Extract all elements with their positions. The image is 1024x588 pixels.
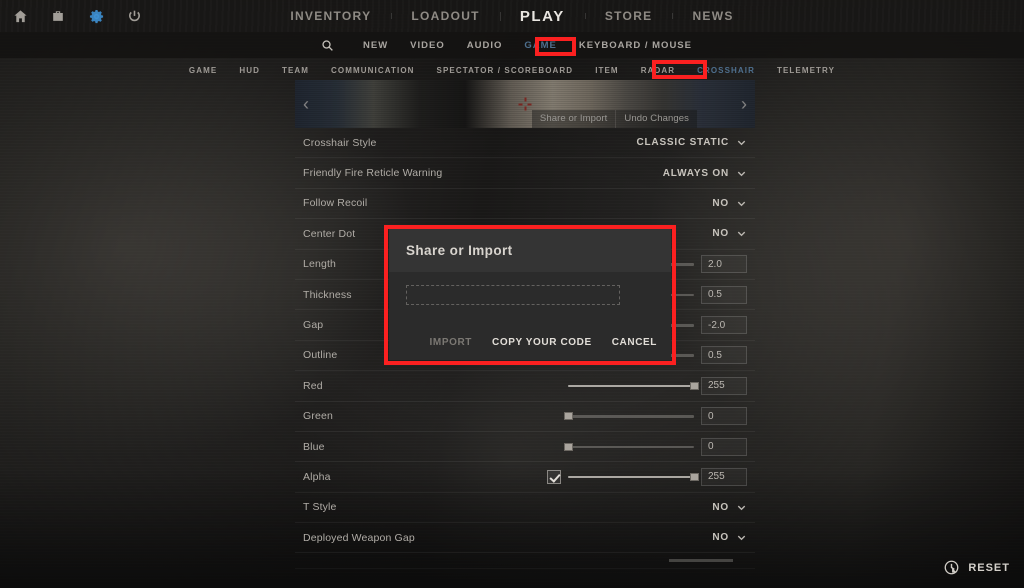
green-slider[interactable] xyxy=(564,412,694,421)
setting-row-follow-recoil[interactable]: Follow Recoil NO xyxy=(295,189,755,220)
setting-label: Length xyxy=(303,258,337,271)
length-value[interactable]: 2.0 xyxy=(701,255,747,274)
chevron-down-icon[interactable] xyxy=(736,532,747,543)
setting-label: Center Dot xyxy=(303,227,356,240)
setting-value[interactable]: CLASSIC STATIC xyxy=(637,137,730,148)
setting-label: Blue xyxy=(303,440,325,453)
preview-prev-arrow-icon[interactable]: ‹ xyxy=(303,95,309,113)
settings-category-nav: GAME HUD TEAM COMMUNICATION SPECTATOR / … xyxy=(0,60,1024,80)
nav-item-play[interactable]: PLAY xyxy=(499,8,585,25)
dialog-action-group: IMPORT COPY YOUR CODE CANCEL xyxy=(430,337,657,348)
nav-item-loadout[interactable]: LOADOUT xyxy=(391,9,499,23)
nav-item-store[interactable]: STORE xyxy=(584,9,673,23)
setting-label: Alpha xyxy=(303,470,331,483)
setting-row-friendly-fire-reticle-warning[interactable]: Friendly Fire Reticle Warning ALWAYS ON xyxy=(295,158,755,189)
outline-value[interactable]: 0.5 xyxy=(701,346,747,365)
subnav-item-game[interactable]: GAME xyxy=(513,40,568,51)
category-item-communication[interactable]: COMMUNICATION xyxy=(320,66,425,75)
setting-label: Thickness xyxy=(303,288,352,301)
subnav-item-audio[interactable]: AUDIO xyxy=(456,40,514,51)
crosshair-reticle xyxy=(518,97,532,111)
dialog-header: Share or Import xyxy=(389,229,671,272)
blue-slider[interactable] xyxy=(564,442,694,451)
setting-value[interactable]: NO xyxy=(712,198,729,209)
setting-label: Outline xyxy=(303,349,338,362)
setting-row-green[interactable]: Green 0 xyxy=(295,402,755,432)
share-code-input[interactable] xyxy=(406,284,620,305)
reset-button[interactable]: RESET xyxy=(943,559,1010,576)
red-value[interactable]: 255 xyxy=(701,376,747,395)
category-item-telemetry[interactable]: TELEMETRY xyxy=(766,66,846,75)
share-or-import-dialog: Share or Import IMPORT COPY YOUR CODE CA… xyxy=(389,229,671,360)
setting-label: Crosshair Style xyxy=(303,136,377,149)
import-button[interactable]: IMPORT xyxy=(430,337,473,348)
thickness-value[interactable]: 0.5 xyxy=(701,285,747,304)
category-item-crosshair[interactable]: CROSSHAIR xyxy=(686,66,766,75)
preview-next-arrow-icon[interactable]: › xyxy=(741,95,747,113)
chevron-down-icon[interactable] xyxy=(736,228,747,239)
reset-label: RESET xyxy=(968,561,1010,574)
settings-subnav: NEW VIDEO AUDIO GAME KEYBOARD / MOUSE xyxy=(0,32,1024,58)
setting-label: Red xyxy=(303,379,323,392)
crosshair-preview[interactable]: ‹ › Share or Import Undo Changes xyxy=(295,80,755,128)
preview-action-group: Share or Import Undo Changes xyxy=(531,110,697,128)
dialog-body: IMPORT COPY YOUR CODE CANCEL xyxy=(389,272,671,360)
setting-label: Green xyxy=(303,410,333,423)
chevron-down-icon[interactable] xyxy=(736,502,747,513)
alpha-enabled-checkbox[interactable] xyxy=(547,469,561,484)
setting-row-partial xyxy=(295,553,755,570)
nav-item-news[interactable]: NEWS xyxy=(672,9,753,23)
setting-row-alpha[interactable]: Alpha 255 xyxy=(295,462,755,493)
cancel-button[interactable]: CANCEL xyxy=(612,337,657,348)
setting-row-t-style[interactable]: T Style NO xyxy=(295,493,755,524)
share-or-import-button[interactable]: Share or Import xyxy=(531,110,616,128)
red-slider[interactable] xyxy=(568,381,699,390)
setting-row-crosshair-style[interactable]: Crosshair Style CLASSIC STATIC xyxy=(295,128,755,159)
setting-label: Follow Recoil xyxy=(303,197,368,210)
setting-value[interactable]: NO xyxy=(712,532,729,543)
green-value[interactable]: 0 xyxy=(701,407,747,426)
top-system-bar: INVENTORY LOADOUT PLAY STORE NEWS xyxy=(0,0,1024,32)
gap-value[interactable]: -2.0 xyxy=(701,316,747,335)
category-item-hud[interactable]: HUD xyxy=(228,66,271,75)
undo-changes-button[interactable]: Undo Changes xyxy=(615,110,697,128)
subnav-item-keyboard-mouse[interactable]: KEYBOARD / MOUSE xyxy=(568,40,703,51)
setting-label: Friendly Fire Reticle Warning xyxy=(303,167,443,180)
chevron-down-icon[interactable] xyxy=(736,198,747,209)
copy-your-code-button[interactable]: COPY YOUR CODE xyxy=(492,337,592,348)
subnav-item-new[interactable]: NEW xyxy=(352,40,399,51)
chevron-down-icon[interactable] xyxy=(736,168,747,179)
nav-item-inventory[interactable]: INVENTORY xyxy=(270,9,391,23)
setting-label: T Style xyxy=(303,501,337,514)
category-item-game[interactable]: GAME xyxy=(178,66,228,75)
dialog-title: Share or Import xyxy=(406,243,513,258)
main-navigation: INVENTORY LOADOUT PLAY STORE NEWS xyxy=(0,0,1024,32)
category-item-spectator-scoreboard[interactable]: SPECTATOR / SCOREBOARD xyxy=(426,66,585,75)
category-item-item[interactable]: ITEM xyxy=(584,66,630,75)
alpha-value[interactable]: 255 xyxy=(701,467,747,486)
chevron-down-icon[interactable] xyxy=(736,137,747,148)
search-icon[interactable] xyxy=(321,39,334,52)
setting-row-deployed-weapon-gap[interactable]: Deployed Weapon Gap NO xyxy=(295,523,755,554)
category-item-team[interactable]: TEAM xyxy=(271,66,320,75)
setting-label: Gap xyxy=(303,319,324,332)
setting-value[interactable]: NO xyxy=(712,228,729,239)
setting-row-blue[interactable]: Blue 0 xyxy=(295,432,755,463)
setting-label: Deployed Weapon Gap xyxy=(303,531,415,544)
blue-value[interactable]: 0 xyxy=(701,437,747,456)
setting-row-red[interactable]: Red 255 xyxy=(295,371,755,402)
alpha-slider[interactable] xyxy=(568,472,699,481)
game-settings-screen: INVENTORY LOADOUT PLAY STORE NEWS NEW VI… xyxy=(0,0,1024,588)
history-clock-icon xyxy=(943,559,960,576)
setting-value[interactable]: ALWAYS ON xyxy=(663,168,729,179)
category-item-radar[interactable]: RADAR xyxy=(630,66,686,75)
setting-value[interactable]: NO xyxy=(712,502,729,513)
subnav-item-video[interactable]: VIDEO xyxy=(399,40,456,51)
